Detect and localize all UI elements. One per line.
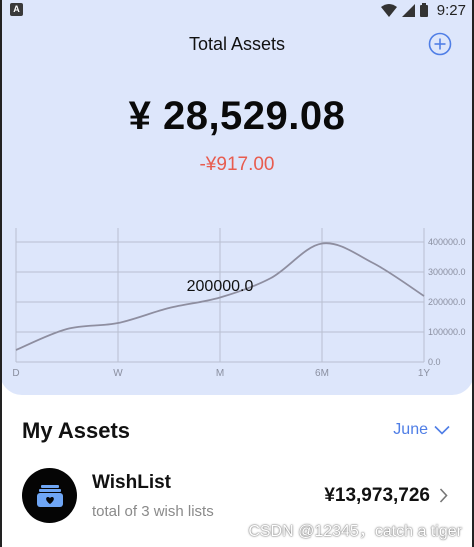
avatar	[22, 468, 77, 523]
my-assets-heading: My Assets	[22, 418, 131, 443]
month-selector-label: June	[393, 421, 428, 438]
y-tick-label: 0.0	[428, 357, 441, 367]
plus-circle-icon	[428, 32, 452, 56]
y-tick-label: 300000.0	[428, 267, 466, 277]
summary-panel: A 9:27 Total Assets ¥ 28,529.08 -¥917.00…	[0, 0, 474, 395]
chart-annotation: 200000.0	[187, 278, 254, 295]
add-asset-button[interactable]	[428, 32, 452, 56]
chevron-right-icon	[439, 488, 448, 503]
status-bar: A 9:27	[0, 0, 474, 20]
y-tick-label: 400000.0	[428, 237, 466, 247]
y-tick-label: 200000.0	[428, 297, 466, 307]
x-tick-label: 1Y	[418, 368, 431, 379]
device-frame-left	[0, 0, 2, 547]
status-indicators: 9:27	[380, 1, 466, 19]
wishlist-box-icon	[36, 484, 63, 507]
total-assets-amount: ¥ 28,529.08	[128, 94, 346, 138]
x-tick-label: 6M	[315, 368, 329, 379]
asset-name: WishList	[92, 472, 171, 493]
status-time: 9:27	[436, 1, 466, 19]
asset-subtitle: total of 3 wish lists	[92, 503, 214, 520]
total-assets-change: -¥917.00	[199, 154, 275, 175]
battery-icon	[419, 3, 428, 17]
signal-icon	[401, 3, 415, 17]
page-title: Total Assets	[188, 34, 286, 54]
x-tick-label: W	[113, 368, 123, 379]
month-selector[interactable]: June	[393, 421, 450, 439]
app-notification-icon: A	[10, 3, 23, 16]
asset-value: ¥13,973,726	[324, 485, 430, 506]
wifi-icon	[380, 3, 397, 17]
x-tick-label: D	[12, 368, 19, 379]
y-tick-label: 100000.0	[428, 327, 466, 337]
assets-line-chart: 0.0 100000.0 200000.0 300000.0 400000.0 D W M 6M…	[12, 228, 466, 379]
watermark: CSDN @12345，catch a tiger	[248, 523, 462, 540]
x-tick-label: M	[216, 368, 224, 379]
assets-chart[interactable]: 0.0 100000.0 200000.0 300000.0 400000.0 D W M 6M…	[0, 228, 474, 388]
chevron-down-icon	[434, 425, 450, 435]
